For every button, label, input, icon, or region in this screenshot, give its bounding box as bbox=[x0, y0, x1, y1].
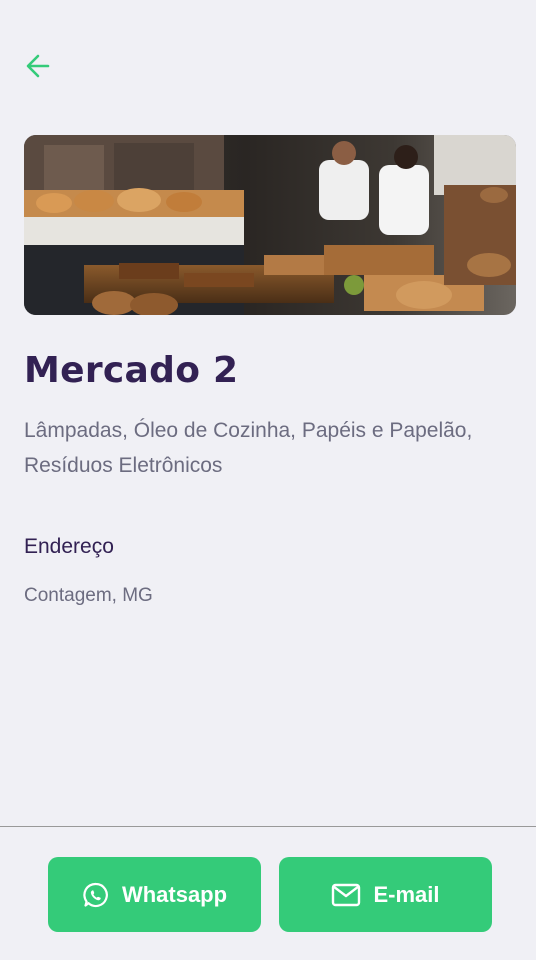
footer: Whatsapp E-mail bbox=[0, 826, 536, 960]
point-name: Mercado 2 bbox=[24, 350, 239, 391]
whatsapp-icon bbox=[82, 881, 110, 909]
address-title: Endereço bbox=[24, 535, 114, 558]
back-button[interactable] bbox=[24, 52, 60, 84]
whatsapp-button[interactable]: Whatsapp bbox=[48, 857, 261, 932]
arrow-left-icon bbox=[24, 52, 52, 85]
mail-icon bbox=[331, 883, 361, 907]
email-button[interactable]: E-mail bbox=[279, 857, 492, 932]
email-label: E-mail bbox=[373, 881, 440, 907]
point-items: Lâmpadas, Óleo de Cozinha, Papéis e Pape… bbox=[24, 419, 473, 477]
whatsapp-label: Whatsapp bbox=[121, 881, 228, 907]
address-value: Contagem, MG bbox=[24, 585, 153, 606]
point-image bbox=[24, 135, 516, 315]
